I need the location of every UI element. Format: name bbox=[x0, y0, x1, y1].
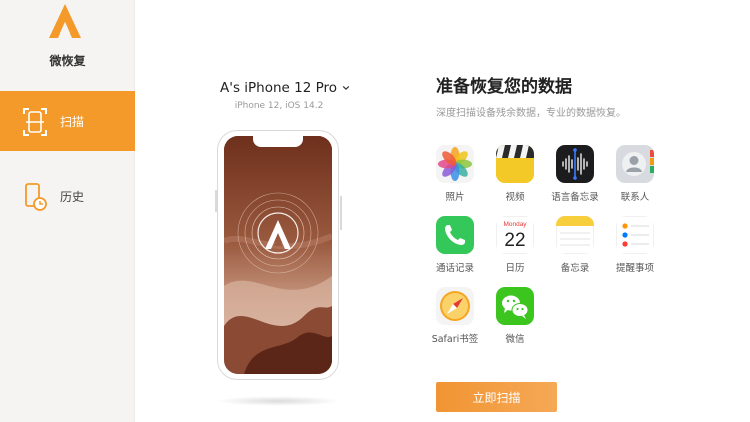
category-voice-memo[interactable]: 语言备忘录 bbox=[543, 145, 607, 203]
category-call-log[interactable]: 通话记录 bbox=[423, 216, 487, 274]
category-label: 备忘录 bbox=[560, 263, 590, 274]
page-subtitle: 深度扫描设备残余数据，专业的数据恢复。 bbox=[436, 108, 626, 119]
category-label: 照片 bbox=[445, 192, 465, 203]
calendar-weekday: Monday bbox=[503, 221, 527, 228]
phone-side-button bbox=[340, 196, 342, 230]
category-label: 微信 bbox=[505, 334, 525, 345]
page-title: 准备恢复您的数据 bbox=[436, 77, 572, 97]
video-clapper-icon bbox=[496, 145, 534, 183]
phone-wallpaper bbox=[224, 136, 332, 374]
chevron-down-icon bbox=[342, 85, 350, 91]
category-calendar[interactable]: Monday 22 日历 bbox=[483, 216, 547, 274]
calendar-icon: Monday 22 bbox=[496, 216, 534, 254]
category-video[interactable]: 视频 bbox=[483, 145, 547, 203]
phone-shadow bbox=[215, 396, 341, 406]
category-label: 提醒事项 bbox=[615, 263, 654, 274]
category-contacts[interactable]: 联系人 bbox=[603, 145, 667, 203]
voice-memo-icon bbox=[556, 145, 594, 183]
scan-phone-icon bbox=[23, 108, 47, 136]
start-scan-button[interactable]: 立即扫描 bbox=[436, 382, 557, 412]
category-reminders[interactable]: 提醒事项 bbox=[603, 216, 667, 274]
category-label: Safari书签 bbox=[431, 334, 479, 345]
reminders-icon bbox=[616, 216, 654, 254]
sidebar: 微恢复 扫描 历史 bbox=[0, 0, 135, 422]
calendar-day: 22 bbox=[504, 230, 525, 251]
device-selector[interactable]: A's iPhone 12 Pro bbox=[220, 80, 350, 96]
phone-screen bbox=[224, 136, 332, 374]
category-wechat[interactable]: 微信 bbox=[483, 287, 547, 345]
history-icon bbox=[25, 183, 47, 211]
wechat-icon bbox=[496, 287, 534, 325]
safari-icon bbox=[436, 287, 474, 325]
app-logo-icon bbox=[49, 4, 81, 38]
category-label: 通话记录 bbox=[435, 263, 474, 274]
contacts-icon bbox=[616, 145, 654, 183]
sidebar-item-scan[interactable]: 扫描 bbox=[0, 91, 135, 151]
category-label: 语言备忘录 bbox=[551, 192, 599, 203]
notes-icon bbox=[556, 216, 594, 254]
phone-notch bbox=[253, 136, 303, 147]
app-name: 微恢复 bbox=[49, 54, 86, 68]
sidebar-item-label: 扫描 bbox=[60, 114, 85, 129]
device-name: A's iPhone 12 Pro bbox=[220, 80, 338, 96]
category-label: 视频 bbox=[505, 192, 525, 203]
sidebar-item-history[interactable]: 历史 bbox=[0, 166, 135, 226]
category-safari-bookmarks[interactable]: Safari书签 bbox=[423, 287, 487, 345]
device-model-info: iPhone 12, iOS 14.2 bbox=[234, 101, 324, 111]
category-label: 联系人 bbox=[620, 192, 650, 203]
category-label: 日历 bbox=[505, 263, 525, 274]
sidebar-item-label: 历史 bbox=[60, 189, 85, 204]
category-notes[interactable]: 备忘录 bbox=[543, 216, 607, 274]
category-photos[interactable]: 照片 bbox=[423, 145, 487, 203]
photos-icon bbox=[436, 145, 474, 183]
phone-mockup bbox=[217, 130, 339, 380]
phone-icon bbox=[436, 216, 474, 254]
